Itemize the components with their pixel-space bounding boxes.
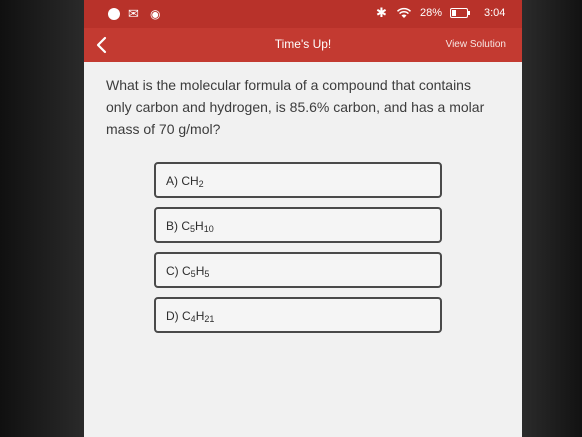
status-bar: ✉ ◉ ✱ 28% 3:04: [84, 0, 522, 28]
phone-screen: ✉ ◉ ✱ 28% 3:04 Time's Up! View Solution …: [84, 0, 522, 437]
option-a-label: A) CH2: [166, 174, 204, 189]
option-d-button[interactable]: D) C4H21: [154, 297, 442, 333]
battery-icon: [450, 8, 470, 18]
question-text: What is the molecular formula of a compo…: [106, 77, 485, 137]
status-time: 3:04: [484, 7, 506, 19]
option-b-button[interactable]: B) C5H10: [154, 207, 442, 243]
app-icon: ◉: [150, 7, 161, 21]
device-bezel-right: [522, 0, 582, 437]
option-d-label: D) C4H21: [166, 309, 215, 324]
option-c-button[interactable]: C) C5H5: [154, 252, 442, 288]
notification-dot-icon: [108, 8, 120, 20]
option-c-label: C) C5H5: [166, 264, 210, 279]
battery-percentage: 28%: [420, 7, 443, 19]
wifi-icon: [396, 7, 412, 18]
app-bar: Time's Up! View Solution: [84, 28, 522, 62]
view-solution-button[interactable]: View Solution: [446, 38, 506, 52]
question-content: What is the molecular formula of a compo…: [84, 62, 522, 437]
bluetooth-icon: ✱: [376, 5, 387, 20]
option-b-label: B) C5H10: [166, 219, 214, 234]
device-bezel-left: [0, 0, 84, 437]
mail-icon: ✉: [128, 6, 139, 21]
option-a-button[interactable]: A) CH2: [154, 162, 442, 198]
